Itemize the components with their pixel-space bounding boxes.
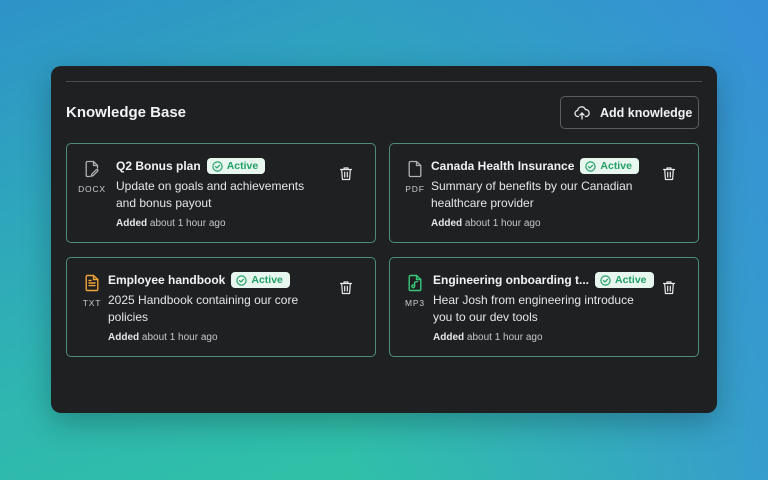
description-line: Hear Josh from engineering introduce <box>433 293 634 307</box>
card-body: Q2 Bonus plan Active Update on goals and… <box>116 157 304 229</box>
description-line: you to our dev tools <box>433 310 538 324</box>
card-description: 2025 Handbook containing our core polici… <box>108 292 298 326</box>
file-extension: MP3 <box>405 298 425 308</box>
card-description: Update on goals and achievements and bon… <box>116 178 304 212</box>
file-type: TXT <box>75 274 109 308</box>
file-extension: DOCX <box>78 184 106 194</box>
added-label: Added <box>116 218 148 229</box>
card-title: Q2 Bonus plan <box>116 159 201 173</box>
card-body: Employee handbook Active 2025 Handbook c… <box>108 271 298 343</box>
file-extension: TXT <box>82 298 102 308</box>
knowledge-card[interactable]: DOCX Q2 Bonus plan Active Update on goal… <box>66 143 376 243</box>
file-audio-icon <box>407 274 423 292</box>
check-circle-icon <box>585 160 597 172</box>
page-title: Knowledge Base <box>66 104 187 121</box>
added-timestamp: Added about 1 hour ago <box>433 332 654 343</box>
card-body: Canada Health Insurance Active Summary o… <box>431 157 639 229</box>
added-time: about 1 hour ago <box>149 218 226 229</box>
trash-icon[interactable] <box>662 166 676 181</box>
added-label: Added <box>433 332 465 343</box>
knowledge-card[interactable]: TXT Employee handbook Active 2025 Handbo… <box>66 257 376 357</box>
description-line: and bonus payout <box>116 196 212 210</box>
added-timestamp: Added about 1 hour ago <box>108 332 298 343</box>
card-description: Hear Josh from engineering introduce you… <box>433 292 654 326</box>
status-badge: Active <box>580 158 639 174</box>
status-text: Active <box>600 160 632 172</box>
trash-icon[interactable] <box>339 166 353 181</box>
added-timestamp: Added about 1 hour ago <box>116 218 304 229</box>
card-title: Canada Health Insurance <box>431 159 575 173</box>
added-time: about 1 hour ago <box>141 332 218 343</box>
file-type: MP3 <box>398 274 432 308</box>
add-knowledge-label: Add knowledge <box>600 105 693 120</box>
status-text: Active <box>251 274 283 286</box>
check-circle-icon <box>211 160 223 172</box>
check-circle-icon <box>236 274 248 286</box>
added-time: about 1 hour ago <box>464 218 541 229</box>
file-text-icon <box>84 274 100 292</box>
added-label: Added <box>431 218 463 229</box>
status-text: Active <box>615 274 647 286</box>
description-line: healthcare provider <box>431 196 534 210</box>
knowledge-card[interactable]: PDF Canada Health Insurance Active Summa… <box>389 143 699 243</box>
card-body: Engineering onboarding t... Active Hear … <box>433 271 654 343</box>
status-badge: Active <box>595 272 654 288</box>
file-icon <box>407 160 423 178</box>
check-circle-icon <box>600 274 611 286</box>
added-timestamp: Added about 1 hour ago <box>431 218 639 229</box>
description-line: Summary of benefits by our Canadian <box>431 179 633 193</box>
added-label: Added <box>108 332 140 343</box>
file-type: DOCX <box>75 160 109 194</box>
card-title: Engineering onboarding t... <box>433 273 589 287</box>
card-title: Employee handbook <box>108 273 226 287</box>
description-line: Update on goals and achievements <box>116 179 305 193</box>
doc-edit-icon <box>84 160 100 178</box>
add-knowledge-button[interactable]: Add knowledge <box>560 96 699 129</box>
file-type: PDF <box>398 160 432 194</box>
card-description: Summary of benefits by our Canadian heal… <box>431 178 639 212</box>
status-badge: Active <box>231 272 290 288</box>
status-text: Active <box>226 160 259 172</box>
file-extension: PDF <box>405 184 425 194</box>
description-line: policies <box>108 310 149 324</box>
cloud-upload-icon <box>574 105 590 121</box>
divider <box>66 81 702 82</box>
status-badge: Active <box>206 158 266 174</box>
added-time: about 1 hour ago <box>466 332 543 343</box>
description-line: 2025 Handbook containing our core <box>108 293 299 307</box>
knowledge-card[interactable]: MP3 Engineering onboarding t... Active H… <box>389 257 699 357</box>
trash-icon[interactable] <box>662 280 676 295</box>
trash-icon[interactable] <box>339 280 353 295</box>
knowledge-base-panel: Knowledge Base Add knowledge DOCX Q2 Bon… <box>51 66 717 413</box>
